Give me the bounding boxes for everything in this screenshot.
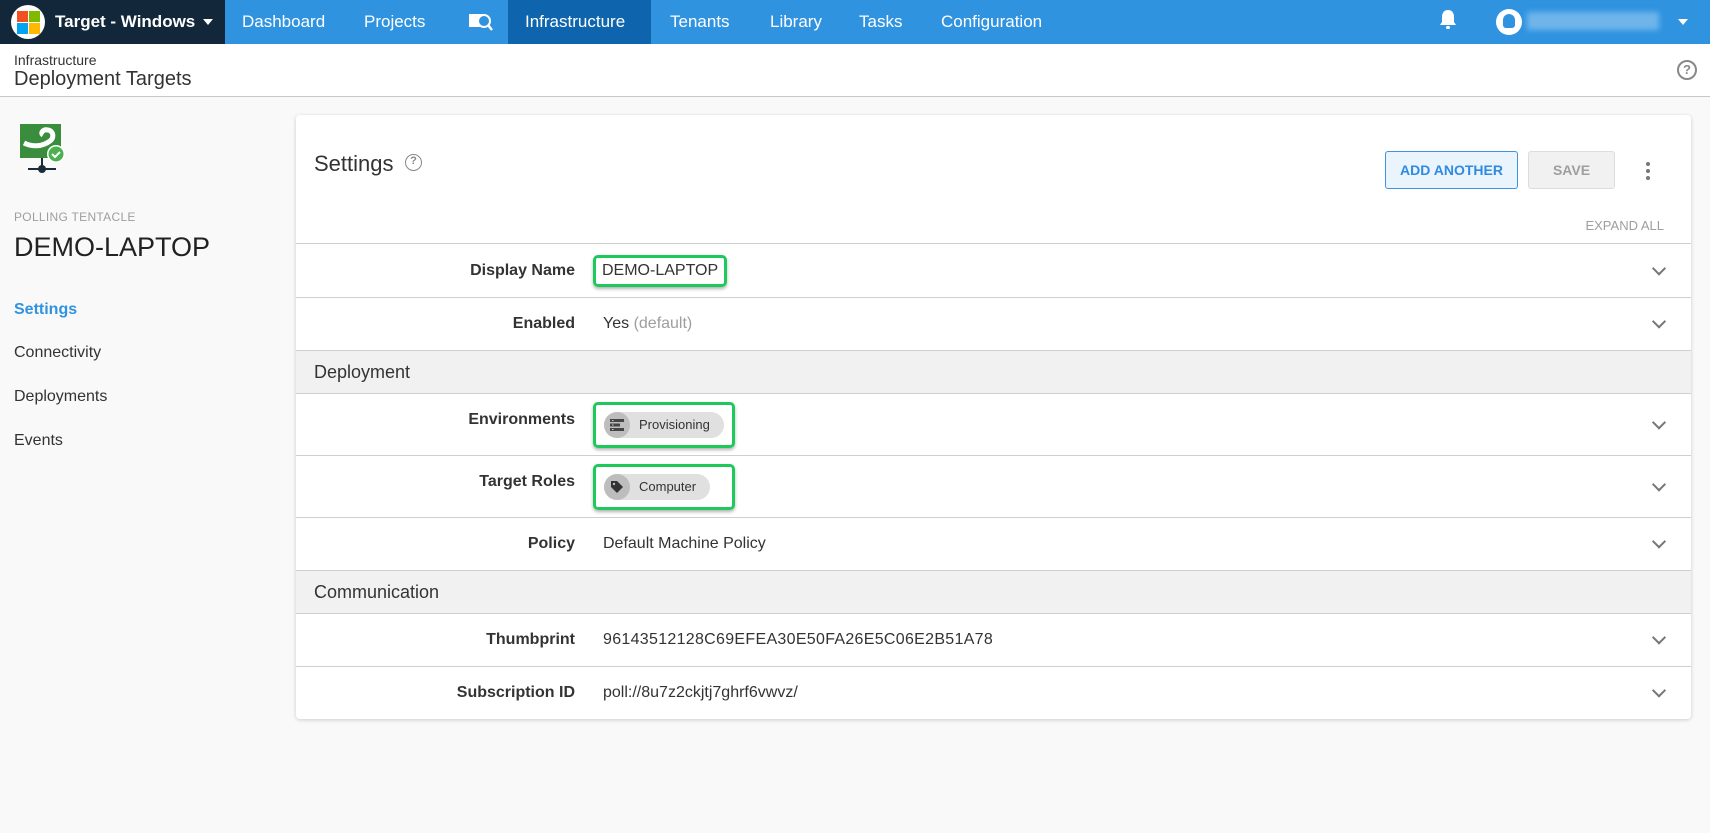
user-name-blurred — [1527, 12, 1659, 30]
nav-tasks[interactable]: Tasks — [842, 0, 919, 44]
policy-label: Policy — [527, 535, 575, 552]
settings-card: Settings ? ADD ANOTHER SAVE EXPAND ALL D… — [296, 115, 1691, 719]
polling-tentacle-icon — [20, 124, 65, 173]
role-name: Computer — [639, 479, 697, 494]
environment-name: Provisioning — [639, 417, 710, 432]
display-name-label: Display Name — [470, 261, 575, 279]
space-switcher[interactable]: Target - Windows — [0, 0, 225, 44]
search-icon — [469, 14, 493, 31]
sidebar-link-settings[interactable]: Settings — [14, 301, 77, 319]
nav-tenants[interactable]: Tenants — [653, 0, 747, 44]
page-header: Infrastructure Deployment Targets ? — [0, 44, 1710, 97]
subscription-id-row[interactable]: Subscription ID poll://8u7z2ckjtj7ghrf6v… — [296, 666, 1691, 719]
save-button[interactable]: SAVE — [1528, 151, 1615, 189]
user-menu-chevron-icon[interactable] — [1678, 19, 1688, 25]
card-title: Settings — [314, 151, 394, 176]
thumbprint-row[interactable]: Thumbprint 96143512128C69EFEA30E50FA26E5… — [296, 613, 1691, 666]
display-name-value: DEMO-LAPTOP — [593, 254, 728, 287]
display-name-row[interactable]: Display Name DEMO-LAPTOP — [296, 243, 1691, 297]
nav-projects[interactable]: Projects — [347, 0, 442, 44]
section-communication: Communication — [296, 570, 1691, 613]
chevron-down-icon[interactable] — [1651, 476, 1667, 492]
environment-icon — [604, 411, 630, 438]
breadcrumb[interactable]: Infrastructure — [14, 52, 96, 68]
machine-name: DEMO-LAPTOP — [14, 232, 211, 262]
enabled-default-hint: (default) — [633, 315, 693, 332]
sidebar-link-connectivity[interactable]: Connectivity — [14, 344, 101, 362]
environments-row[interactable]: Environments Provisioning — [296, 393, 1691, 455]
role-chip[interactable]: Computer — [604, 473, 711, 500]
nav-dashboard[interactable]: Dashboard — [225, 0, 342, 44]
add-another-button[interactable]: ADD ANOTHER — [1385, 151, 1518, 189]
chevron-down-icon[interactable] — [1651, 534, 1667, 549]
nav-infrastructure[interactable]: Infrastructure — [508, 0, 651, 44]
enabled-value: Yes — [603, 315, 630, 332]
chevron-down-icon[interactable] — [1651, 683, 1667, 698]
section-deployment: Deployment — [296, 350, 1691, 393]
nav-configuration[interactable]: Configuration — [924, 0, 1059, 44]
top-navigation: Target - Windows Dashboard Projects Infr… — [0, 0, 1710, 44]
chevron-down-icon — [203, 19, 214, 25]
chevron-down-icon[interactable] — [1651, 260, 1667, 276]
space-logo — [11, 5, 45, 39]
bell-icon[interactable] — [1438, 9, 1458, 31]
user-avatar[interactable] — [1496, 9, 1522, 35]
page-title: Deployment Targets — [14, 68, 192, 90]
thumbprint-label: Thumbprint — [486, 631, 575, 648]
subscription-id-value: poll://8u7z2ckjtj7ghrf6vwvz/ — [603, 684, 798, 701]
chevron-down-icon[interactable] — [1651, 630, 1667, 645]
help-icon[interactable]: ? — [1677, 60, 1697, 80]
subscription-id-label: Subscription ID — [456, 684, 575, 701]
target-roles-row[interactable]: Target Roles Computer — [296, 455, 1691, 517]
environments-label: Environments — [468, 411, 575, 428]
tag-icon — [604, 473, 630, 500]
chevron-down-icon[interactable] — [1651, 314, 1667, 329]
space-name: Target - Windows — [55, 12, 196, 31]
chevron-down-icon[interactable] — [1651, 414, 1667, 430]
sidebar-link-events[interactable]: Events — [14, 432, 63, 450]
enabled-row[interactable]: Enabled Yes (default) — [296, 297, 1691, 350]
policy-value: Default Machine Policy — [603, 535, 766, 552]
policy-row[interactable]: Policy Default Machine Policy — [296, 517, 1691, 570]
target-roles-label: Target Roles — [479, 473, 575, 490]
nav-search-button[interactable] — [451, 0, 508, 44]
expand-all-link[interactable]: EXPAND ALL — [1585, 218, 1664, 233]
environment-chip[interactable]: Provisioning — [604, 411, 724, 438]
machine-type-label: POLLING TENTACLE — [14, 210, 136, 224]
settings-help-icon[interactable]: ? — [405, 154, 422, 171]
sidebar-link-deployments[interactable]: Deployments — [14, 388, 107, 406]
enabled-label: Enabled — [512, 315, 575, 332]
nav-library[interactable]: Library — [753, 0, 839, 44]
more-options-icon[interactable] — [1646, 162, 1650, 180]
thumbprint-value: 96143512128C69EFEA30E50FA26E5C06E2B51A78 — [603, 631, 994, 648]
